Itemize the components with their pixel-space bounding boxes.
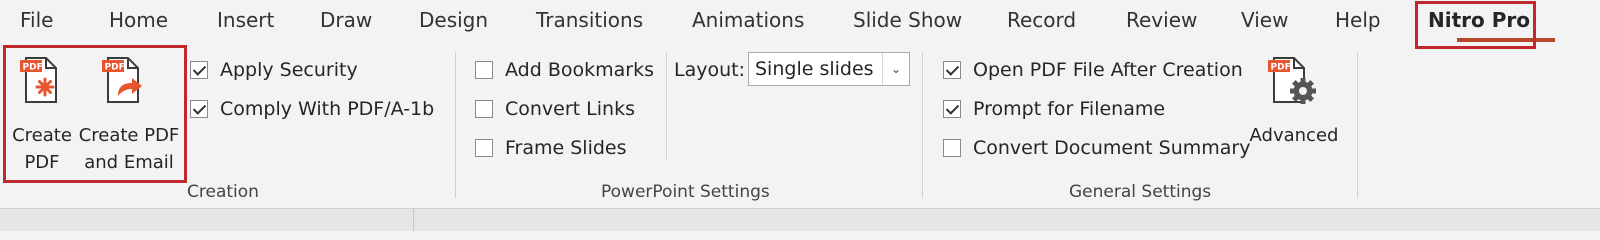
add-bookmarks-checkbox[interactable]: Add Bookmarks xyxy=(475,59,654,81)
checkbox-checked-icon xyxy=(943,100,961,118)
tab-help[interactable]: Help xyxy=(1335,8,1381,32)
ribbon-panel: PDF Create PDF PDF Create PDF and Email … xyxy=(0,42,1600,210)
tab-file[interactable]: File xyxy=(20,8,53,32)
checkbox-empty-icon xyxy=(943,139,961,157)
create-pdf-email-label-line1: Create PDF xyxy=(78,125,180,146)
pdf-email-icon: PDF xyxy=(102,57,142,103)
add-bookmarks-label: Add Bookmarks xyxy=(505,59,654,81)
tab-design[interactable]: Design xyxy=(419,8,488,32)
comply-pdfa-checkbox[interactable]: Comply With PDF/A-1b xyxy=(190,98,434,120)
svg-text:PDF: PDF xyxy=(105,63,125,73)
checkbox-checked-icon xyxy=(190,100,208,118)
layout-select-value: Single slides xyxy=(755,58,874,80)
comply-pdfa-label: Comply With PDF/A-1b xyxy=(220,98,435,120)
create-pdf-button[interactable]: PDF Create PDF xyxy=(8,50,76,178)
tab-review[interactable]: Review xyxy=(1126,8,1197,32)
checkbox-empty-icon xyxy=(475,139,493,157)
frame-slides-label: Frame Slides xyxy=(505,137,627,159)
checkbox-empty-icon xyxy=(475,100,493,118)
pane-divider xyxy=(413,209,414,231)
ribbon-tab-bar: File Home Insert Draw Design Transitions… xyxy=(0,0,1600,49)
pdf-settings-icon: PDF xyxy=(1268,57,1316,104)
tab-animations[interactable]: Animations xyxy=(692,8,804,32)
apply-security-checkbox[interactable]: Apply Security xyxy=(190,59,358,81)
prompt-for-filename-checkbox[interactable]: Prompt for Filename xyxy=(943,98,1165,120)
convert-links-checkbox[interactable]: Convert Links xyxy=(475,98,635,120)
tab-view[interactable]: View xyxy=(1241,8,1288,32)
group-label-general-settings: General Settings xyxy=(1069,182,1212,202)
apply-security-label: Apply Security xyxy=(220,59,358,81)
group-label-creation: Creation xyxy=(187,182,259,202)
checkbox-empty-icon xyxy=(475,61,493,79)
layout-select[interactable]: Single slides ⌄ xyxy=(748,52,910,86)
group-separator xyxy=(455,52,456,198)
create-pdf-label-line2: PDF xyxy=(24,152,60,173)
create-pdf-and-email-button[interactable]: PDF Create PDF and Email xyxy=(76,50,182,178)
tab-slide-show[interactable]: Slide Show xyxy=(853,8,962,32)
tab-draw[interactable]: Draw xyxy=(320,8,372,32)
checkbox-checked-icon xyxy=(943,61,961,79)
document-area-strip xyxy=(0,208,1600,231)
group-separator xyxy=(922,52,923,198)
svg-text:PDF: PDF xyxy=(23,63,43,73)
pdf-create-icon: PDF xyxy=(20,57,57,103)
create-pdf-email-label-line2: and Email xyxy=(84,152,174,173)
create-pdf-label-line1: Create xyxy=(12,125,72,146)
group-label-powerpoint-settings: PowerPoint Settings xyxy=(601,182,770,202)
convert-document-summary-checkbox[interactable]: Convert Document Summary xyxy=(943,137,1250,159)
checkbox-checked-icon xyxy=(190,61,208,79)
open-pdf-after-creation-label: Open PDF File After Creation xyxy=(973,59,1243,81)
tab-record[interactable]: Record xyxy=(1007,8,1076,32)
chevron-down-icon[interactable]: ⌄ xyxy=(882,53,909,85)
convert-document-summary-label: Convert Document Summary xyxy=(973,137,1251,159)
convert-links-label: Convert Links xyxy=(505,98,635,120)
layout-label: Layout: xyxy=(674,59,745,81)
prompt-for-filename-label: Prompt for Filename xyxy=(973,98,1166,120)
frame-slides-checkbox[interactable]: Frame Slides xyxy=(475,137,627,159)
group-separator xyxy=(1357,52,1358,198)
tab-home[interactable]: Home xyxy=(109,8,168,32)
tab-insert[interactable]: Insert xyxy=(217,8,274,32)
svg-text:PDF: PDF xyxy=(1271,63,1291,73)
open-pdf-after-creation-checkbox[interactable]: Open PDF File After Creation xyxy=(943,59,1243,81)
inner-separator xyxy=(666,52,667,160)
advanced-label: Advanced xyxy=(1249,125,1339,146)
tab-transitions[interactable]: Transitions xyxy=(536,8,643,32)
advanced-button[interactable]: PDF Advanced xyxy=(1246,50,1342,150)
